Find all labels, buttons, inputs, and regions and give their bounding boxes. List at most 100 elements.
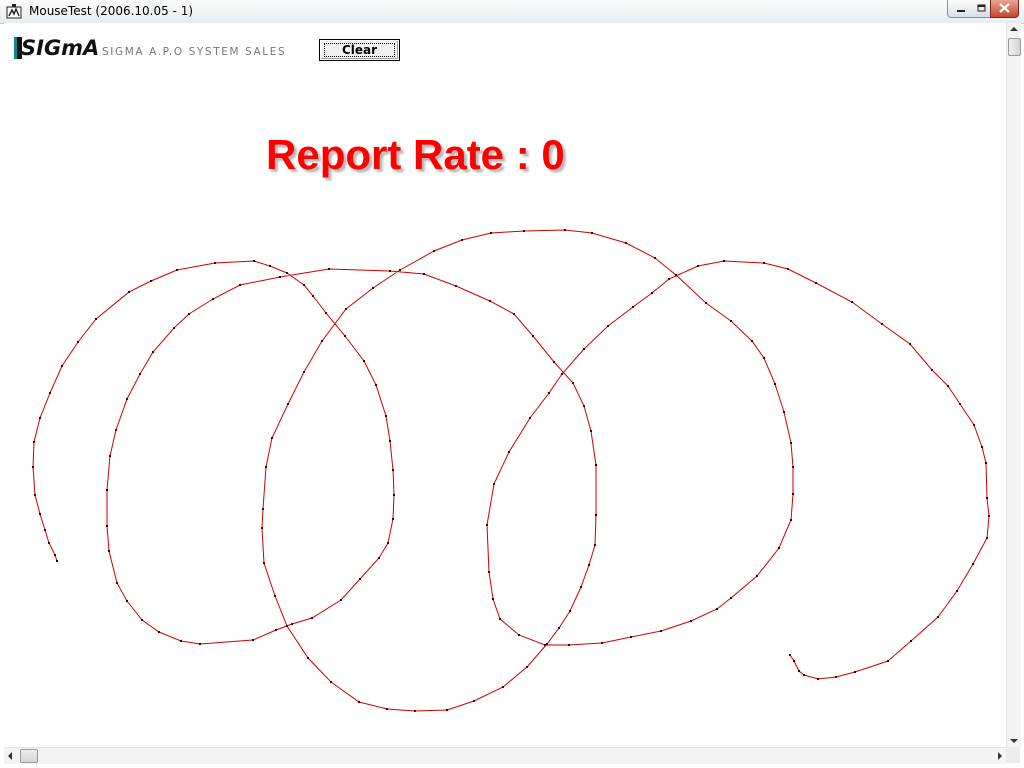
vertical-scroll-thumb[interactable]	[1008, 38, 1021, 56]
drawing-area[interactable]: SIGmA SIGMA A.P.O SYSTEM SALES Clear Rep…	[4, 23, 1021, 764]
trace-sample-point	[378, 557, 380, 559]
trace-sample-point	[909, 343, 911, 345]
trace-sample-point	[568, 644, 570, 646]
trace-sample-point	[393, 494, 395, 496]
trace-sample-point	[303, 284, 305, 286]
trace-sample-point	[595, 514, 597, 516]
trace-sample-point	[632, 306, 634, 308]
trace-sample-point	[39, 417, 41, 419]
vertical-scrollbar[interactable]	[1006, 23, 1021, 747]
trace-sample-point	[548, 392, 550, 394]
trace-sample-point	[34, 494, 36, 496]
trace-sample-point	[588, 564, 590, 566]
trace-sample-point	[455, 285, 457, 287]
trace-sample-point	[423, 273, 425, 275]
trace-sample-point	[956, 590, 958, 592]
trace-sample-point	[594, 544, 596, 546]
trace-sample-point	[851, 301, 853, 303]
trace-sample-point	[835, 676, 837, 678]
trace-sample-point	[399, 269, 401, 271]
trace-sample-point	[625, 242, 627, 244]
trace-sample-point	[321, 340, 323, 342]
trace-sample-point	[985, 462, 987, 464]
trace-sample-point	[881, 323, 883, 325]
trace-sample-point	[287, 403, 289, 405]
trace-sample-point	[48, 542, 50, 544]
trace-sample-point	[109, 455, 111, 457]
trace-sample-point	[607, 325, 609, 327]
trace-sample-point	[199, 643, 201, 645]
trace-sample-point	[558, 627, 560, 629]
trace-sample-point	[387, 542, 389, 544]
trace-sample-point	[269, 265, 271, 267]
trace-sample-point	[141, 619, 143, 621]
trace-sample-point	[986, 497, 988, 499]
scroll-down-icon[interactable]	[1010, 739, 1018, 743]
trace-sample-point	[489, 300, 491, 302]
trace-sample-point	[173, 327, 175, 329]
mouse-test-icon	[6, 4, 22, 19]
trace-sample-point	[499, 618, 501, 620]
window-title: MouseTest (2006.10.05 - 1)	[29, 4, 194, 18]
horizontal-scroll-thumb[interactable]	[20, 749, 38, 763]
trace-sample-point	[937, 616, 939, 618]
trace-sample-point	[774, 383, 776, 385]
trace-sample-point	[947, 385, 949, 387]
trace-sample-point	[792, 493, 794, 495]
trace-sample-point	[95, 318, 97, 320]
trace-sample-point	[591, 232, 593, 234]
report-rate-value: 0	[541, 131, 565, 178]
scroll-up-icon[interactable]	[1010, 27, 1018, 31]
trace-sample-point	[32, 466, 34, 468]
maximize-button[interactable]	[973, 0, 991, 18]
trace-sample-point	[763, 262, 765, 264]
trace-sample-point	[262, 508, 264, 510]
trace-sample-point	[787, 268, 789, 270]
scroll-left-icon[interactable]	[8, 752, 12, 760]
trace-sample-point	[128, 291, 130, 293]
brand-tagline: SIGMA A.P.O SYSTEM SALES	[102, 46, 287, 58]
trace-sample-point	[263, 562, 265, 564]
close-button[interactable]	[990, 0, 1019, 18]
trace-sample-point	[311, 617, 313, 619]
trace-sample-point	[815, 282, 817, 284]
horizontal-scrollbar[interactable]	[4, 747, 1006, 764]
clear-button[interactable]: Clear	[319, 39, 400, 61]
trace-sample-point	[564, 229, 566, 231]
trace-sample-point	[253, 260, 255, 262]
trace-sample-point	[817, 678, 819, 680]
trace-sample-point	[931, 369, 933, 371]
trace-sample-point	[303, 371, 305, 373]
trace-sample-point	[77, 341, 79, 343]
trace-sample-point	[981, 446, 983, 448]
trace-sample-point	[359, 578, 361, 580]
svg-text:SIGmA: SIGmA	[21, 36, 99, 60]
trace-sample-point	[358, 701, 360, 703]
trace-sample-point	[660, 630, 662, 632]
trace-sample-point	[756, 575, 758, 577]
trace-sample-point	[389, 270, 391, 272]
trace-sample-point	[39, 513, 41, 515]
trace-sample-point	[54, 554, 56, 556]
trace-sample-point	[61, 365, 63, 367]
title-bar[interactable]: MouseTest (2006.10.05 - 1)	[0, 0, 1024, 24]
trace-sample-point	[854, 671, 856, 673]
trace-sample-point	[716, 608, 718, 610]
trace-sample-point	[988, 515, 990, 517]
trace-sample-point	[158, 631, 160, 633]
trace-sample-point	[583, 348, 585, 350]
trace-sample-point	[651, 292, 653, 294]
trace-sample-point	[345, 308, 347, 310]
trace-sample-point	[261, 527, 263, 529]
trace-sample-point	[33, 441, 35, 443]
trace-sample-point	[126, 398, 128, 400]
trace-sample-point	[275, 629, 277, 631]
maximize-icon	[977, 4, 986, 12]
scroll-right-icon[interactable]	[998, 752, 1002, 760]
trace-sample-point	[973, 424, 975, 426]
trace-sample-point	[239, 284, 241, 286]
trace-sample-point	[291, 623, 293, 625]
trace-sample-point	[106, 525, 108, 527]
minimize-button[interactable]	[947, 0, 975, 18]
trace-sample-point	[386, 708, 388, 710]
